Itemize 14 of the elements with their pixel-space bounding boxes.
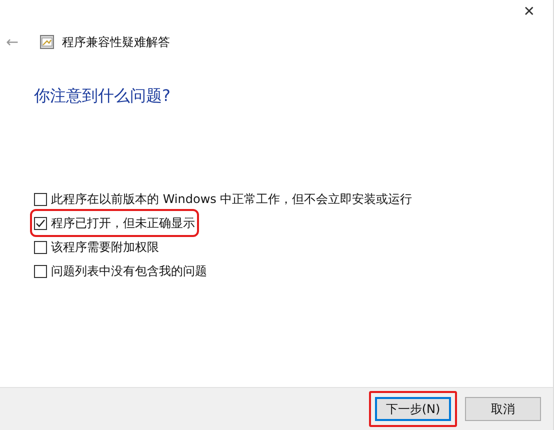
- window-app-icon: [40, 35, 54, 49]
- checkbox-option[interactable]: 此程序在以前版本的 Windows 中正常工作，但不会立即安装或运行: [34, 189, 412, 209]
- window-title: 程序兼容性疑难解答: [62, 34, 170, 50]
- dialog-button[interactable]: 取消: [465, 397, 541, 421]
- dialog-button[interactable]: 下一步(N): [375, 397, 451, 421]
- checkbox[interactable]: [34, 216, 47, 230]
- checkbox[interactable]: [34, 192, 47, 206]
- checkbox-option[interactable]: 该程序需要附加权限: [34, 237, 159, 257]
- checkbox-option[interactable]: 问题列表中没有包含我的问题: [34, 261, 207, 281]
- checkbox[interactable]: [34, 240, 47, 254]
- checkbox-option[interactable]: 程序已打开，但未正确显示: [34, 213, 195, 233]
- checkbox[interactable]: [34, 264, 47, 278]
- page-heading: 你注意到什么问题?: [33, 85, 172, 107]
- close-button[interactable]: ✕: [523, 0, 553, 26]
